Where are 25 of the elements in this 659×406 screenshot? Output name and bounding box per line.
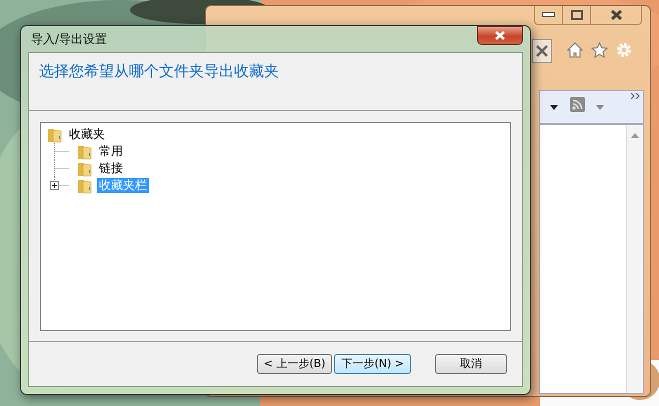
back-button[interactable]: < 上一步(B) [256, 354, 332, 374]
tree-item[interactable]: 收藏夹 [67, 127, 107, 142]
close-icon[interactable] [610, 10, 622, 20]
minimize-icon[interactable] [542, 12, 555, 18]
star-icon[interactable] [591, 42, 608, 58]
home-icon[interactable] [567, 42, 583, 58]
window-title: 导入/导出设置 [31, 31, 108, 48]
tree-item[interactable]: 常用 [97, 144, 125, 159]
maximize-icon[interactable] [570, 10, 582, 20]
tree-item[interactable]: 链接 [97, 161, 125, 176]
folder-icon [47, 126, 63, 142]
cancel-button[interactable]: 取消 [435, 354, 507, 374]
close-button[interactable] [477, 26, 523, 45]
dialog-heading: 选择您希望从哪个文件夹导出收藏夹 [39, 61, 280, 82]
scroll-up-icon[interactable] [631, 133, 639, 138]
close-icon[interactable] [536, 45, 548, 57]
dropdown-arrow-icon[interactable] [550, 105, 558, 110]
folder-icon [77, 178, 93, 194]
chevron-icon[interactable] [631, 93, 640, 99]
folder-icon [77, 160, 93, 176]
rss-icon[interactable] [570, 97, 585, 112]
close-icon [494, 31, 506, 40]
expand-icon[interactable] [50, 181, 59, 190]
folder-icon [77, 144, 93, 160]
next-button[interactable]: 下一步(N) > [334, 354, 411, 374]
